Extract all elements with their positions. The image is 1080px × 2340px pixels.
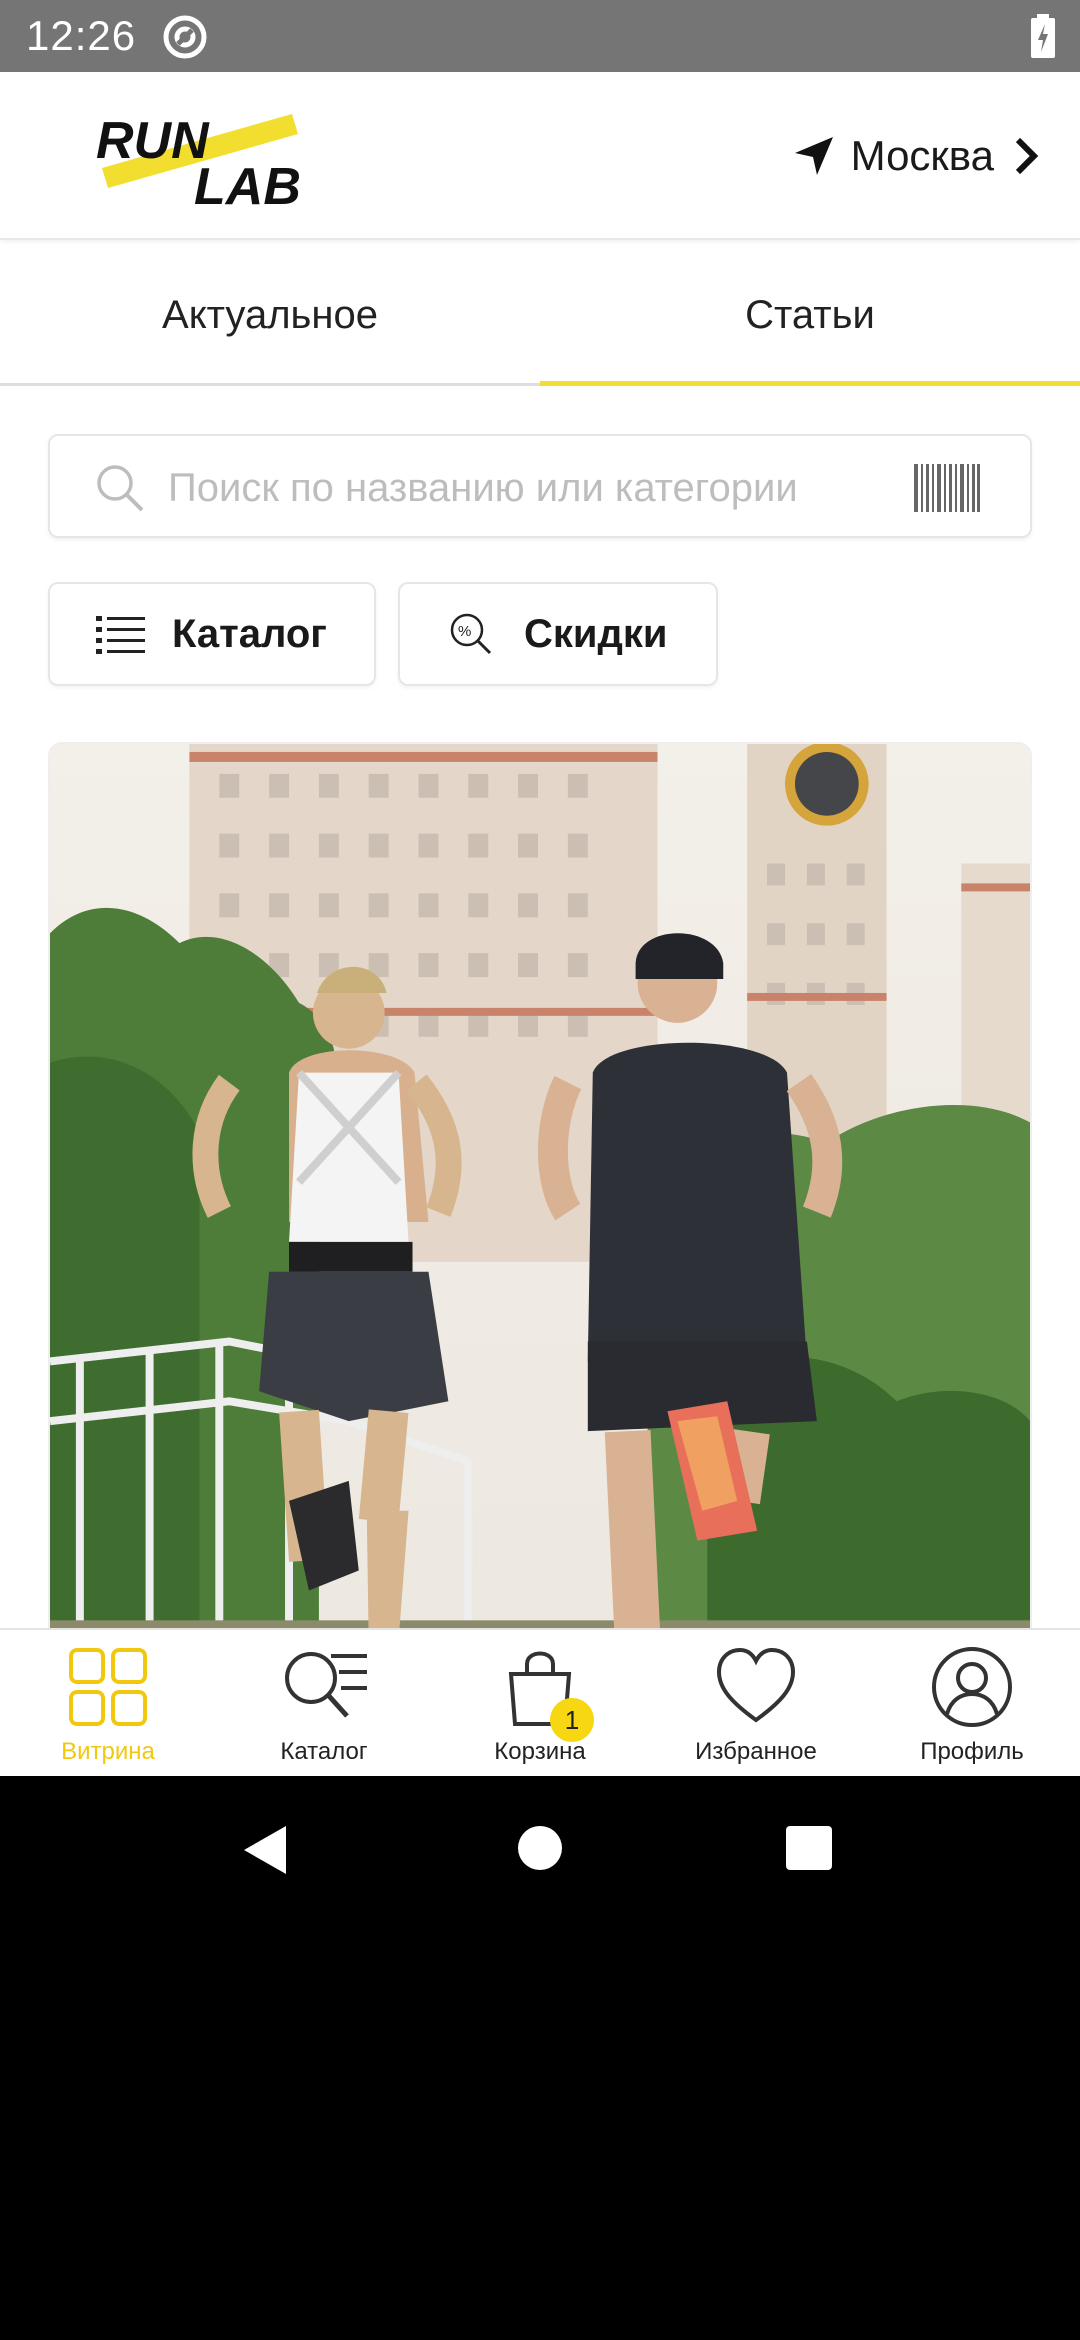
- city-label: Москва: [850, 132, 994, 179]
- article-card[interactable]: [48, 742, 1032, 1702]
- search-bar[interactable]: [48, 434, 1032, 538]
- nav-showcase[interactable]: Витрина: [0, 1630, 216, 1776]
- status-time: 12:26: [26, 12, 137, 59]
- runlab-logo[interactable]: RUN LAB: [96, 108, 318, 208]
- discounts-chip-button[interactable]: % Скидки: [398, 582, 718, 686]
- tab-actual-label: Актуальное: [162, 292, 378, 337]
- logo-text-top: RUN: [96, 112, 210, 170]
- catalog-chip-button[interactable]: Каталог: [48, 582, 376, 686]
- nav-profile-label: Профиль: [920, 1738, 1024, 1765]
- nav-cart[interactable]: 1 Корзина: [432, 1630, 648, 1776]
- svg-text:%: %: [458, 623, 471, 640]
- status-bar: 12:26: [0, 0, 1080, 72]
- tab-articles-label: Статьи: [745, 292, 875, 337]
- battery-icon: [1031, 14, 1055, 58]
- discount-search-icon: %: [450, 613, 492, 655]
- nav-favorites-label: Избранное: [695, 1738, 817, 1765]
- tab-actual[interactable]: Актуальное: [0, 244, 540, 386]
- recent-apps-icon[interactable]: [786, 1826, 832, 1870]
- catalog-search-icon: [285, 1652, 367, 1718]
- barcode-scan-icon[interactable]: [914, 464, 980, 512]
- logo-text-bottom: LAB: [194, 158, 301, 208]
- app-screen: RUN LAB Москва Актуальное Статьи Поиск п…: [0, 72, 1080, 1776]
- grid-icon: [69, 1648, 147, 1726]
- nav-catalog[interactable]: Каталог: [216, 1630, 432, 1776]
- runners-photo: [50, 744, 1030, 1700]
- nav-showcase-label: Витрина: [61, 1738, 155, 1765]
- nav-profile[interactable]: Профиль: [864, 1630, 1080, 1776]
- city-selector[interactable]: Москва: [793, 126, 1040, 186]
- search-input[interactable]: [168, 460, 928, 516]
- tab-articles[interactable]: Статьи: [540, 244, 1080, 386]
- discounts-chip-label: Скидки: [524, 611, 668, 656]
- bottom-navigation: Витрина Каталог 1 Корзина Избранное Проф…: [0, 1628, 1080, 1776]
- search-icon: [97, 465, 144, 512]
- active-tab-indicator: [540, 381, 1080, 386]
- list-icon: [96, 616, 145, 654]
- chevron-right-icon: [1015, 137, 1039, 175]
- header: RUN LAB Москва: [0, 72, 1080, 240]
- system-navigation-bar: [0, 1776, 1080, 1920]
- profile-icon: [932, 1647, 1012, 1727]
- catalog-chip-label: Каталог: [172, 611, 327, 656]
- cart-badge: 1: [550, 1698, 594, 1742]
- heart-icon: [716, 1647, 796, 1723]
- tabs: Актуальное Статьи: [0, 244, 1080, 386]
- back-icon[interactable]: [240, 1824, 290, 1876]
- nav-catalog-label: Каталог: [280, 1738, 368, 1765]
- nav-cart-label: Корзина: [494, 1738, 586, 1765]
- sync-icon: [163, 15, 207, 59]
- nav-favorites[interactable]: Избранное: [648, 1630, 864, 1776]
- location-arrow-icon: [794, 137, 833, 175]
- home-icon[interactable]: [518, 1826, 562, 1870]
